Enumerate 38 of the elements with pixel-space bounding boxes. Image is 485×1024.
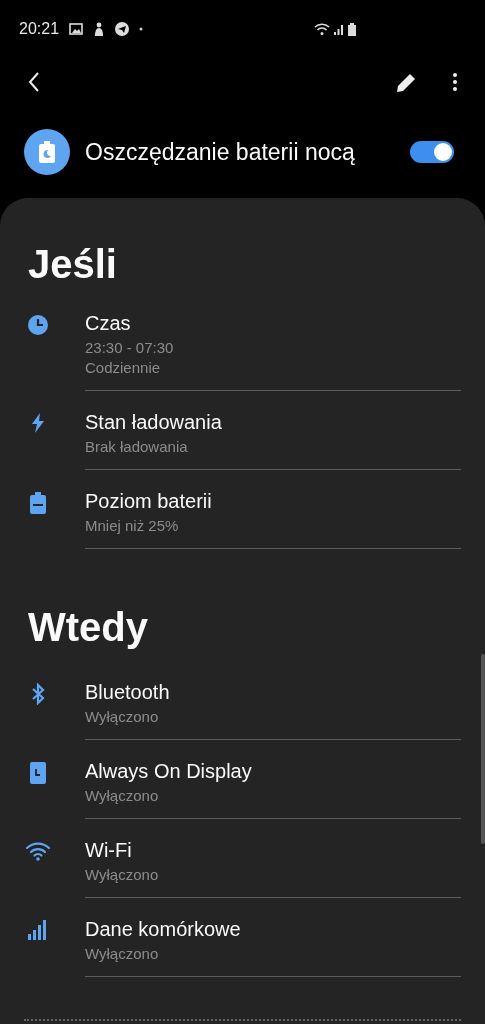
signal-bars-icon [28, 920, 48, 940]
rule-detail: Wyłączono [85, 707, 160, 727]
rule-title[interactable]: Czas [85, 310, 461, 336]
pencil-icon [397, 72, 417, 92]
toggle-switch[interactable] [410, 141, 454, 163]
back-icon [28, 72, 40, 92]
battery-icon [348, 22, 356, 36]
rule-title[interactable]: Dane komórkowe [85, 916, 461, 942]
signal-icon [334, 23, 344, 35]
routine-title: Oszczędzanie baterii nocą [85, 138, 356, 166]
rule-title[interactable]: Bluetooth [85, 679, 461, 705]
battery-icon [30, 492, 46, 514]
send-icon [115, 22, 130, 36]
section-heading: Wtedy [27, 604, 149, 651]
figure-icon [93, 22, 106, 36]
rule-detail: Brak ładowania [85, 437, 189, 457]
rule-detail: Wyłączono [85, 944, 160, 964]
battery-moon-icon [24, 129, 70, 175]
rule-detail: Wyłączono [85, 786, 160, 806]
lightning-bolt-icon [31, 413, 45, 433]
rule-title[interactable]: Always On Display [85, 758, 461, 784]
more-icon [453, 73, 457, 91]
bluetooth-icon [31, 683, 45, 705]
rule-title[interactable]: Stan ładowania [85, 409, 461, 435]
rule-detail: Codziennie [85, 358, 162, 378]
clock-icon [27, 314, 49, 336]
rule-title[interactable]: Wi-Fi [85, 837, 461, 863]
rule-detail: Wyłączono [85, 865, 160, 885]
wifi-icon [314, 22, 330, 36]
section-heading: Jeśli [27, 241, 118, 288]
rule-detail: Mniej niż 25% [85, 516, 180, 536]
wifi-icon [25, 841, 51, 861]
phone-clock-icon [30, 762, 46, 784]
rule-detail: 23:30 - 07:30 [85, 338, 175, 358]
image-icon [69, 23, 84, 35]
clock-time: 20:21 [19, 20, 60, 38]
dot-icon [139, 27, 144, 31]
rule-title[interactable]: Poziom baterii [85, 488, 461, 514]
